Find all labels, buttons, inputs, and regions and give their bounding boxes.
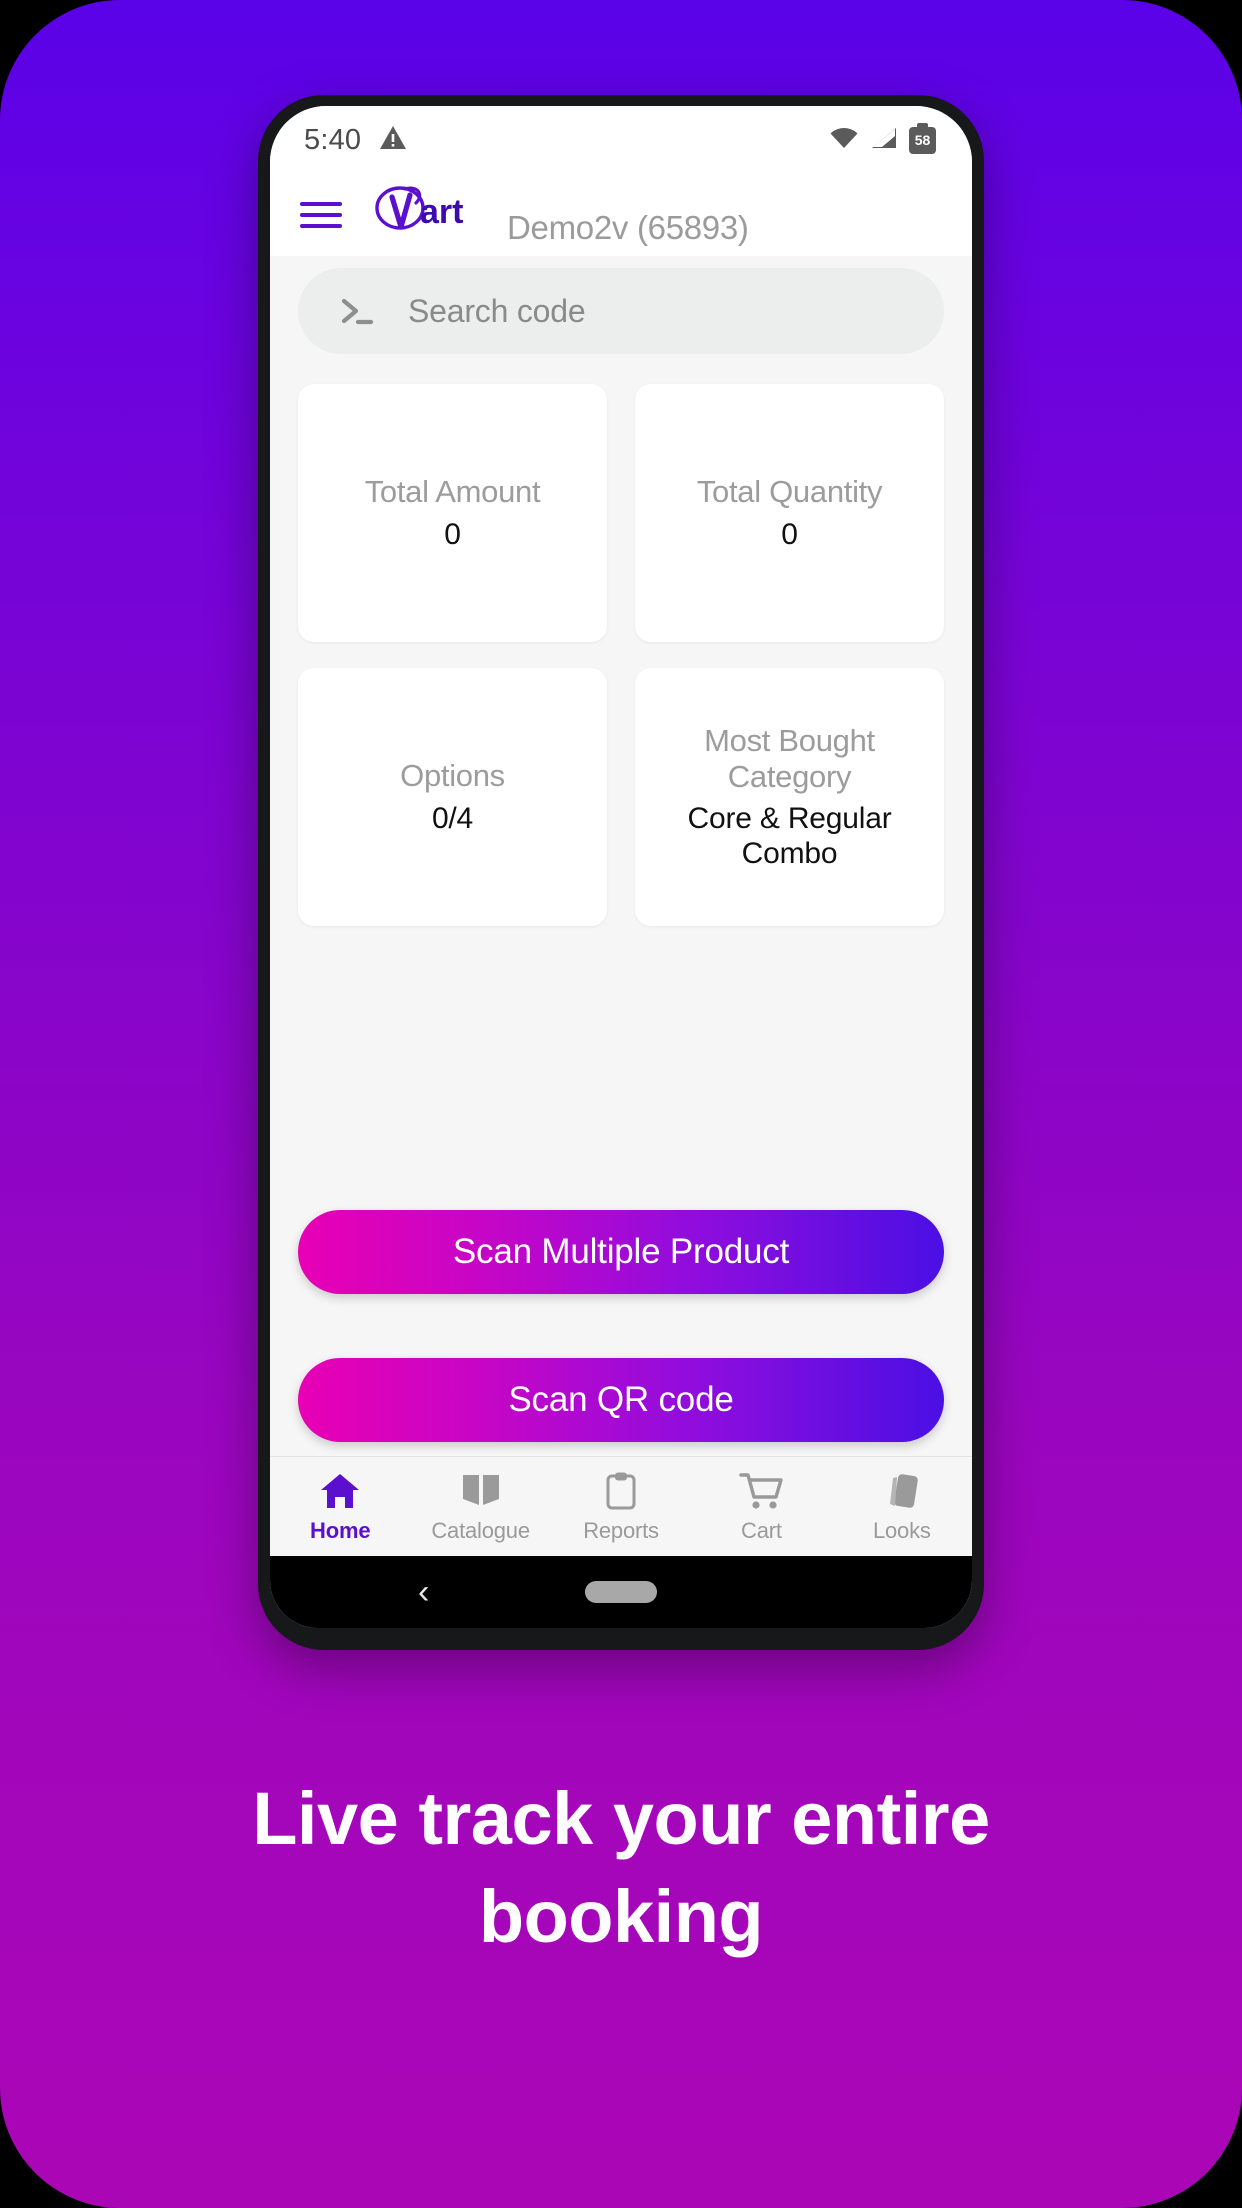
- terminal-prompt-icon: [336, 290, 378, 332]
- promo-screenshot-frame: 5:40 58 art Demo2v (65893) Search code T…: [0, 0, 1242, 2208]
- nav-label: Catalogue: [431, 1517, 530, 1543]
- card-value: 0: [444, 517, 461, 551]
- hamburger-menu-icon[interactable]: [300, 202, 342, 228]
- shopping-cart-icon: [739, 1470, 784, 1512]
- status-bar-right: 58: [829, 122, 936, 155]
- card-value: 0: [781, 517, 798, 551]
- app-content: Search code Total Amount 0 Total Quantit…: [270, 256, 972, 1456]
- warning-triangle-icon: [379, 125, 407, 156]
- brand: art Demo2v (65893): [372, 183, 749, 247]
- nav-item-home[interactable]: Home: [270, 1457, 410, 1556]
- card-title: Most Bought Category: [704, 722, 875, 794]
- wifi-icon: [829, 126, 859, 155]
- back-chevron-icon[interactable]: ‹: [418, 1575, 429, 1609]
- card-value: 0/4: [431, 801, 474, 835]
- scan-multiple-product-button[interactable]: Scan Multiple Product: [298, 1210, 944, 1294]
- phone-device-mockup: 5:40 58 art Demo2v (65893) Search code T…: [258, 95, 984, 1650]
- total-quantity-card[interactable]: Total Quantity 0: [635, 384, 944, 642]
- nav-label: Looks: [872, 1517, 931, 1543]
- swatch-card-icon: [882, 1470, 922, 1512]
- card-title: Total Quantity: [696, 473, 883, 509]
- home-pill-icon[interactable]: [585, 1581, 657, 1603]
- nav-item-catalogue[interactable]: Catalogue: [410, 1457, 550, 1556]
- cellular-signal-icon: [870, 126, 898, 155]
- battery-icon: 58: [909, 122, 936, 154]
- home-icon: [319, 1470, 361, 1512]
- summary-cards-grid: Total Amount 0 Total Quantity 0 Options …: [298, 384, 944, 926]
- action-buttons: Scan Multiple Product Scan QR code: [298, 1210, 944, 1456]
- most-bought-category-card[interactable]: Most Bought Category Core & Regular Comb…: [635, 668, 944, 926]
- clipboard-icon: [602, 1470, 640, 1512]
- options-card[interactable]: Options 0/4: [298, 668, 607, 926]
- account-label: Demo2v (65893): [507, 209, 749, 246]
- nav-label: Cart: [741, 1517, 782, 1543]
- status-bar-clock: 5:40: [304, 123, 362, 156]
- bottom-navigation-bar: Home Catalogue Reports Cart Looks: [270, 1456, 972, 1556]
- phone-screen: 5:40 58 art Demo2v (65893) Search code T…: [270, 106, 972, 1628]
- android-status-bar: 5:40 58: [270, 106, 972, 174]
- scan-qr-code-button[interactable]: Scan QR code: [298, 1358, 944, 1442]
- card-title: Options: [400, 757, 505, 793]
- nav-item-reports[interactable]: Reports: [551, 1457, 691, 1556]
- promo-caption: Live track your entire booking: [252, 1777, 990, 1958]
- android-gesture-bar: ‹: [270, 1556, 972, 1628]
- book-icon: [460, 1470, 502, 1512]
- app-bar: art Demo2v (65893): [270, 174, 972, 256]
- card-title: Total Amount: [364, 473, 541, 509]
- status-bar-left: 5:40: [304, 124, 407, 157]
- total-amount-card[interactable]: Total Amount 0: [298, 384, 607, 642]
- nav-label: Home: [310, 1517, 371, 1543]
- qart-logo-icon: art: [372, 183, 498, 239]
- nav-item-cart[interactable]: Cart: [691, 1457, 831, 1556]
- nav-item-looks[interactable]: Looks: [832, 1457, 972, 1556]
- card-value: Core & Regular Combo: [687, 802, 892, 870]
- search-placeholder: Search code: [408, 292, 586, 329]
- svg-text:art: art: [420, 193, 463, 231]
- nav-label: Reports: [583, 1517, 659, 1543]
- search-input[interactable]: Search code: [298, 268, 944, 354]
